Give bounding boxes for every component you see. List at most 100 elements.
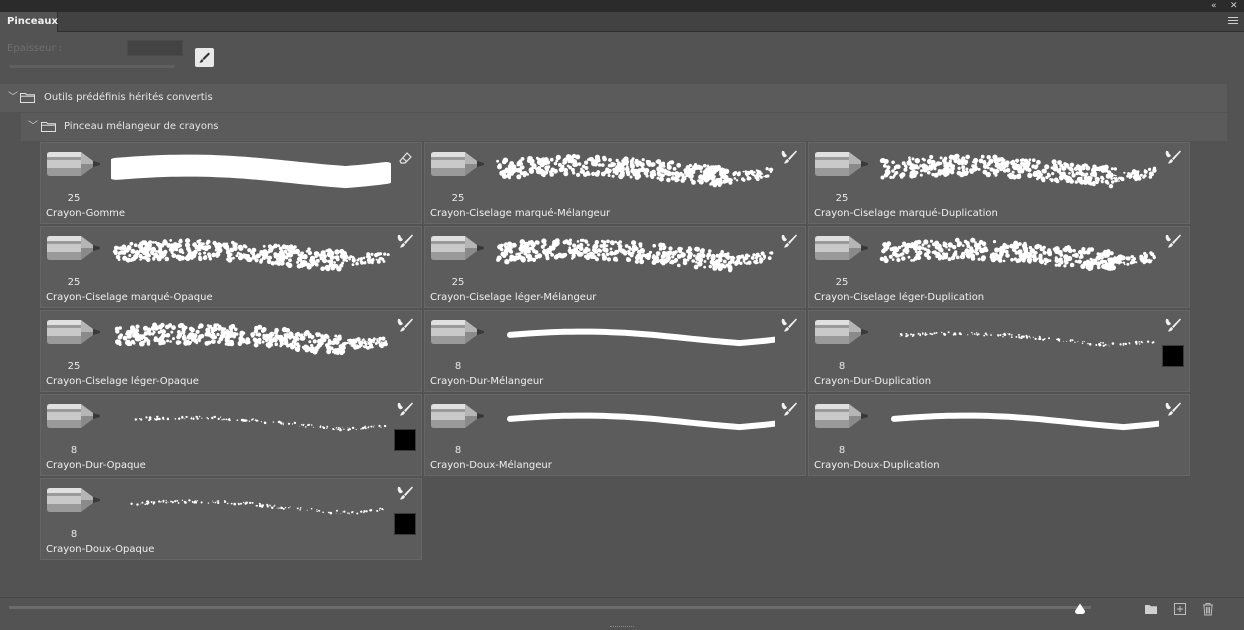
- brush-stroke-preview: [495, 233, 775, 273]
- brush-stroke-preview: [495, 317, 783, 357]
- preview-size-slider[interactable]: [9, 606, 1091, 609]
- brush-size: 25: [451, 277, 465, 288]
- slider-thumb[interactable]: [1074, 603, 1086, 615]
- chevron-down-icon[interactable]: ﹀: [8, 84, 18, 112]
- brush-stroke-preview: [879, 149, 1159, 189]
- brush-preset-tile[interactable]: 25 Crayon-Ciselage marqué-Duplication: [808, 142, 1190, 224]
- brush-preset-tile[interactable]: 25 Crayon-Ciselage léger-Mélangeur: [424, 226, 806, 308]
- mixer-brush-icon: [1164, 401, 1182, 419]
- mixer-brush-icon: [396, 485, 414, 503]
- color-swatch: [394, 513, 416, 535]
- mixer-brush-icon: [1164, 317, 1182, 335]
- brush-preset-tile[interactable]: 8 Crayon-Dur-Duplication: [808, 310, 1190, 392]
- brush-stroke-preview: [879, 401, 1167, 441]
- brush-settings-button[interactable]: [195, 48, 214, 67]
- mixer-brush-icon: [396, 233, 414, 251]
- brush-name: Crayon-Doux-Opaque: [46, 544, 155, 555]
- brush-name: Crayon-Ciselage léger-Opaque: [46, 376, 199, 387]
- tab-brushes[interactable]: Pinceaux: [0, 12, 58, 32]
- brush-name: Crayon-Gomme: [46, 208, 126, 219]
- brush-size: 8: [454, 361, 462, 372]
- chevron-down-icon[interactable]: ﹀: [28, 113, 38, 141]
- scrollbar[interactable]: [1227, 116, 1244, 596]
- pencil-tip-icon: [813, 403, 869, 429]
- brush-name: Crayon-Dur-Opaque: [46, 460, 146, 471]
- size-slider[interactable]: [9, 65, 175, 68]
- brush-preset-tile[interactable]: 25 Crayon-Ciselage léger-Duplication: [808, 226, 1190, 308]
- pencil-tip-icon: [45, 151, 101, 177]
- pencil-tip-icon: [429, 151, 485, 177]
- brush-name: Crayon-Doux-Duplication: [814, 460, 940, 471]
- brush-size: 25: [67, 277, 81, 288]
- pencil-tip-icon: [429, 235, 485, 261]
- resize-grip[interactable]: [610, 626, 634, 629]
- brush-stroke-preview: [111, 401, 391, 441]
- eraser-icon: [396, 149, 414, 167]
- mixer-brush-icon: [780, 317, 798, 335]
- pencil-tip-icon: [813, 235, 869, 261]
- double-chevron-left-icon[interactable]: «: [1211, 0, 1217, 12]
- pencil-tip-icon: [813, 319, 869, 345]
- brush-list: 25 Crayon-Gomme 25 Crayon-Ciselage marqué-M…: [40, 142, 1227, 560]
- brush-size: 8: [838, 445, 846, 456]
- brush-preset-tile[interactable]: 8 Crayon-Dur-Opaque: [40, 394, 422, 476]
- brush-preset-tile[interactable]: 8 Crayon-Doux-Duplication: [808, 394, 1190, 476]
- brush-name: Crayon-Doux-Mélangeur: [430, 460, 552, 471]
- tab-bar: Pinceaux: [0, 12, 1244, 32]
- brush-preset-tile[interactable]: 25 Crayon-Ciselage léger-Opaque: [40, 310, 422, 392]
- brush-preset-tile[interactable]: 8 Crayon-Dur-Mélangeur: [424, 310, 806, 392]
- folder-icon[interactable]: [1144, 602, 1158, 616]
- folder-icon: [20, 93, 35, 103]
- trash-icon[interactable]: [1201, 602, 1215, 616]
- brush-stroke-preview: [495, 401, 783, 441]
- brush-name: Crayon-Dur-Duplication: [814, 376, 932, 387]
- close-icon[interactable]: ✕: [1230, 0, 1238, 12]
- group-name: Outils prédéfinis hérités convertis: [44, 92, 213, 103]
- brush-preset-tile[interactable]: 8 Crayon-Doux-Mélangeur: [424, 394, 806, 476]
- brush-name: Crayon-Ciselage marqué-Mélangeur: [430, 208, 611, 219]
- brush-size: 8: [838, 361, 846, 372]
- brush-size: 25: [67, 193, 81, 204]
- group-row-pencil-mixer[interactable]: ﹀ Pinceau mélangeur de crayons: [21, 113, 1227, 141]
- brush-preset-tile[interactable]: 8 Crayon-Doux-Opaque: [40, 478, 422, 560]
- add-icon[interactable]: [1173, 602, 1187, 616]
- hamburger-menu-icon[interactable]: [1228, 17, 1238, 26]
- brush-stroke-preview: [879, 317, 1159, 357]
- brushes-panel: Epaisseur : ﹀ Outils prédéfinis hérités …: [0, 32, 1244, 630]
- brush-name: Crayon-Ciselage marqué-Opaque: [46, 292, 213, 303]
- mixer-brush-icon: [780, 233, 798, 251]
- pencil-tip-icon: [45, 403, 101, 429]
- pencil-tip-icon: [429, 319, 485, 345]
- brush-preset-tile[interactable]: 25 Crayon-Ciselage marqué-Opaque: [40, 226, 422, 308]
- pencil-tip-icon: [45, 235, 101, 261]
- mixer-brush-icon: [396, 317, 414, 335]
- brush-name: Crayon-Ciselage léger-Duplication: [814, 292, 985, 303]
- color-swatch: [1162, 345, 1184, 367]
- mixer-brush-icon: [1164, 233, 1182, 251]
- mixer-brush-icon: [396, 401, 414, 419]
- brush-size: 25: [67, 361, 81, 372]
- brush-icon: [199, 52, 210, 63]
- pencil-tip-icon: [429, 403, 485, 429]
- color-swatch: [394, 429, 416, 451]
- pencil-tip-icon: [45, 487, 101, 513]
- folder-icon: [41, 122, 56, 132]
- brush-preset-tile[interactable]: 25 Crayon-Ciselage marqué-Mélangeur: [424, 142, 806, 224]
- mixer-brush-icon: [780, 401, 798, 419]
- size-input[interactable]: [127, 40, 183, 56]
- panel-dock-strip: « ✕: [0, 0, 1244, 12]
- group-row-legacy-presets[interactable]: ﹀ Outils prédéfinis hérités convertis: [0, 84, 1227, 112]
- brush-stroke-preview: [111, 233, 391, 273]
- brush-size: 8: [70, 529, 78, 540]
- brush-name: Crayon-Ciselage marqué-Duplication: [814, 208, 998, 219]
- brush-stroke-preview: [111, 485, 391, 525]
- panel-footer: [0, 597, 1244, 630]
- group-name: Pinceau mélangeur de crayons: [64, 121, 219, 132]
- brush-size: 25: [451, 193, 465, 204]
- brush-name: Crayon-Dur-Mélangeur: [430, 376, 544, 387]
- brush-preset-tile[interactable]: 25 Crayon-Gomme: [40, 142, 422, 224]
- brush-size: 8: [454, 445, 462, 456]
- brush-size: 25: [835, 277, 849, 288]
- brush-stroke-preview: [105, 149, 397, 189]
- pencil-tip-icon: [45, 319, 101, 345]
